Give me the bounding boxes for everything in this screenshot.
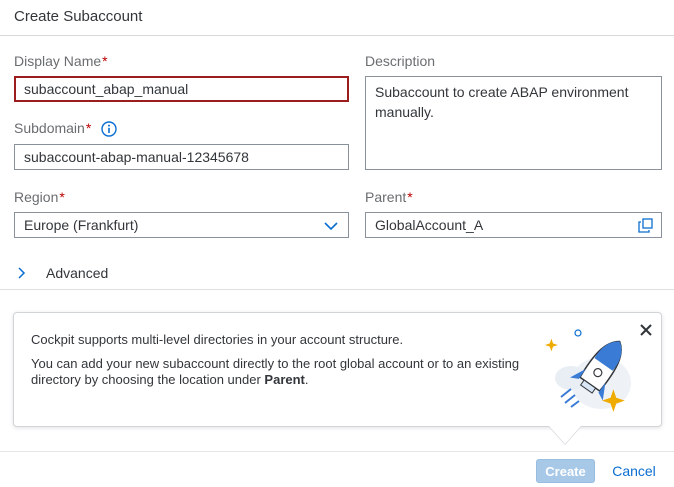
parent-label-text: Parent (365, 189, 407, 205)
popover-text-2: You can add your new subaccount directly… (31, 356, 531, 388)
footer-divider (0, 451, 674, 452)
cancel-button[interactable]: Cancel (604, 459, 664, 483)
subdomain-value: subaccount-abap-manual-12345678 (24, 149, 249, 165)
display-name-input[interactable]: subaccount_abap_manual (14, 76, 349, 102)
description-textarea[interactable]: Subaccount to create ABAP environment ma… (365, 76, 662, 170)
description-label: Description (365, 53, 435, 69)
region-value: Europe (Frankfurt) (24, 217, 139, 233)
display-name-label: Display Name* (14, 53, 108, 69)
parent-value: GlobalAccount_A (375, 217, 484, 233)
required-mark: * (102, 53, 108, 69)
description-label-text: Description (365, 53, 436, 69)
description-value: Subaccount to create ABAP environment ma… (375, 84, 629, 120)
rocket-illustration (545, 329, 631, 412)
subdomain-input[interactable]: subaccount-abap-manual-12345678 (14, 144, 349, 170)
display-name-label-text: Display Name (14, 53, 102, 69)
popover-text-2-bold: Parent (264, 372, 305, 387)
required-mark: * (59, 189, 65, 205)
copy-icon[interactable] (638, 218, 653, 233)
info-popover: Cockpit supports multi-level directories… (13, 312, 662, 427)
chevron-right-icon[interactable] (17, 267, 27, 279)
info-icon[interactable] (101, 121, 117, 137)
region-label-text: Region (14, 189, 59, 205)
subdomain-label: Subdomain* (14, 120, 91, 136)
popover-text-2-suffix: . (304, 372, 309, 387)
popover-text-1: Cockpit supports multi-level directories… (31, 332, 404, 347)
subdomain-label-text: Subdomain (14, 120, 85, 136)
popover-arrow (549, 426, 581, 444)
display-name-value: subaccount_abap_manual (24, 81, 189, 97)
required-mark: * (407, 189, 413, 205)
parent-label: Parent* (365, 189, 413, 205)
section-divider (0, 289, 674, 290)
advanced-toggle[interactable]: Advanced (14, 263, 108, 283)
close-icon[interactable] (639, 323, 653, 337)
advanced-label: Advanced (46, 265, 109, 281)
parent-input[interactable]: GlobalAccount_A (365, 212, 662, 238)
required-mark: * (85, 120, 92, 136)
create-button[interactable]: Create (536, 459, 595, 483)
dialog-title: Create Subaccount (14, 8, 143, 25)
region-label: Region* (14, 189, 65, 205)
dialog-header: Create Subaccount (0, 0, 674, 36)
chevron-down-icon[interactable] (324, 221, 338, 231)
region-select[interactable]: Europe (Frankfurt) (14, 212, 349, 238)
